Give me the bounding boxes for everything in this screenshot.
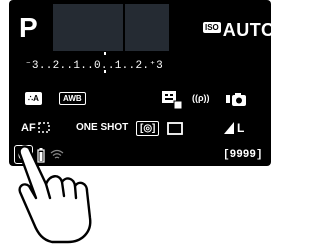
af-label: AF <box>21 122 36 134</box>
metering-icon[interactable] <box>161 90 183 110</box>
af-mode-icon <box>37 122 50 133</box>
iso-badge: ISO <box>203 22 221 33</box>
metering-mode-icon[interactable]: [◎] <box>136 121 160 136</box>
shots-remaining: [9999] <box>223 149 263 161</box>
aperture-panel <box>53 4 123 51</box>
settings-row-2: AF ONE SHOT [◎] L <box>9 120 271 140</box>
picture-style-icon[interactable]: ∴A <box>25 92 42 105</box>
shooting-mode[interactable]: P <box>19 14 38 42</box>
shutter-panel <box>125 4 169 51</box>
drive-mode-icon[interactable] <box>167 121 185 137</box>
iso-value: AUTO <box>222 20 276 40</box>
iso-setting[interactable]: ISO AUTO <box>203 20 275 41</box>
quality-label: L <box>237 121 245 135</box>
wireless-icon[interactable]: ((ρ)) <box>192 93 210 103</box>
quality-wedge-icon <box>224 122 234 134</box>
camera-transfer-icon[interactable] <box>225 92 251 108</box>
image-quality[interactable]: L <box>223 121 244 135</box>
exposure-marker-bottom <box>104 70 106 73</box>
af-mode-label[interactable]: ONE SHOT <box>76 122 128 133</box>
settings-row-1: ∴A AWB ((ρ)) <box>9 90 271 112</box>
exposure-level-scale[interactable]: ⁻3..2..1..0..1..2.⁺3 <box>25 58 163 72</box>
af-operation[interactable]: AF <box>21 122 52 134</box>
white-balance-icon[interactable]: AWB <box>59 92 86 105</box>
exposure-marker-top <box>104 52 106 55</box>
pointing-hand-icon <box>18 145 92 244</box>
